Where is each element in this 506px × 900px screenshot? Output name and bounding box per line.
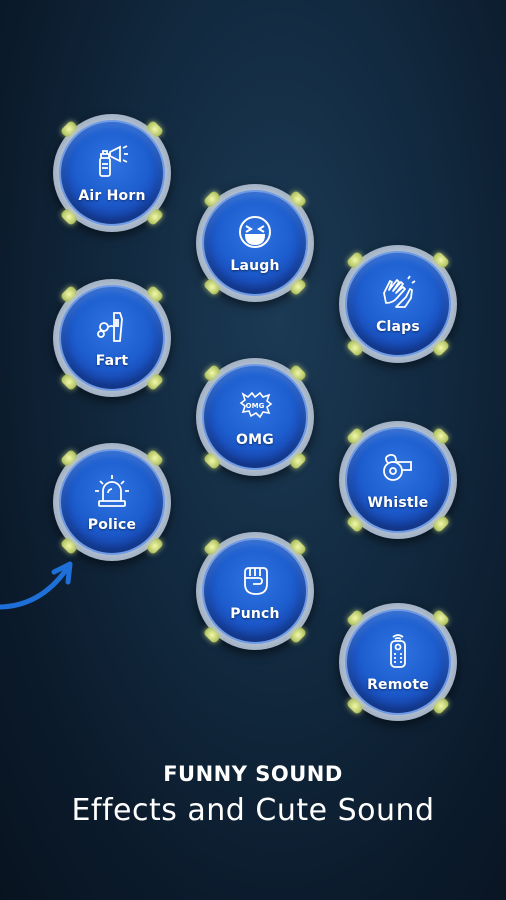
laugh-button[interactable]: Laugh — [196, 184, 314, 302]
punch-label: Punch — [230, 606, 280, 622]
fart-icon — [97, 312, 123, 342]
air-horn-label: Air Horn — [78, 188, 146, 204]
punch-fist-icon — [244, 567, 268, 595]
claps-label: Claps — [376, 319, 420, 335]
laugh-emoji-icon — [239, 216, 271, 248]
fart-button[interactable]: Fart — [53, 279, 171, 397]
police-button[interactable]: Police — [53, 443, 171, 561]
omg-label: OMG — [236, 432, 274, 448]
fart-label: Fart — [95, 353, 129, 369]
police-siren-icon — [95, 475, 129, 507]
air-horn-icon — [99, 145, 128, 177]
police-label: Police — [87, 517, 137, 533]
punch-button[interactable]: Punch — [196, 532, 314, 650]
svg-text:OMG: OMG — [246, 402, 265, 410]
whistle-button[interactable]: Whistle — [339, 421, 457, 539]
remote-label: Remote — [367, 677, 429, 693]
remote-control-icon — [390, 634, 406, 668]
whistle-label: Whistle — [367, 495, 429, 511]
headline: FUNNY SOUND — [163, 762, 343, 786]
claps-button[interactable]: Claps — [339, 245, 457, 363]
whistle-icon — [383, 453, 412, 481]
omg-button[interactable]: OMG OMG — [196, 358, 314, 476]
omg-bubble-icon: OMG — [239, 391, 273, 419]
laugh-label: Laugh — [230, 258, 280, 274]
clapping-hands-icon — [383, 275, 416, 308]
air-horn-button[interactable]: Air Horn — [53, 114, 171, 232]
remote-button[interactable]: Remote — [339, 603, 457, 721]
subline: Effects and Cute Sound — [71, 793, 435, 828]
curved-arrow-icon — [0, 561, 73, 610]
